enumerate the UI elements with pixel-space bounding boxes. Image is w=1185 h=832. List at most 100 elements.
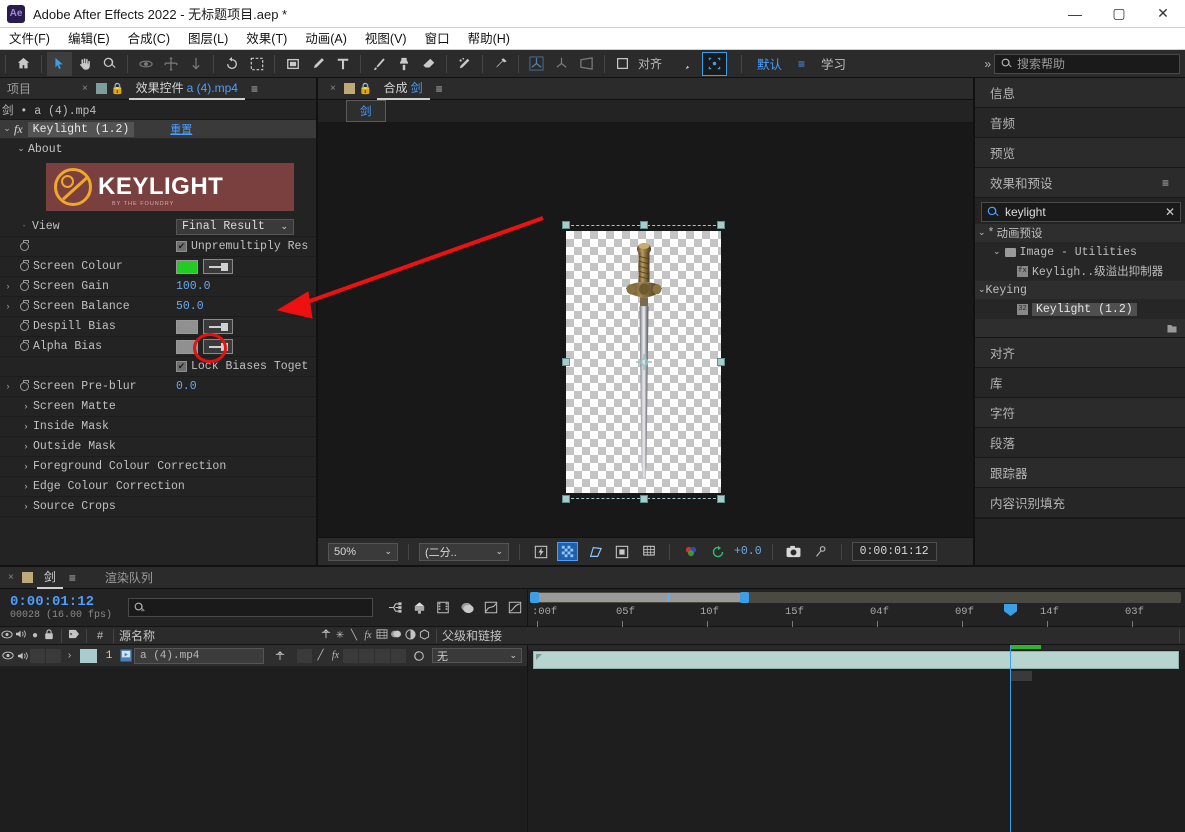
composition-mini-flowchart-icon[interactable] xyxy=(383,597,407,619)
layer-effects-switch-icon[interactable]: fx xyxy=(328,650,343,661)
layer-quality-switch-icon[interactable]: ╱ xyxy=(313,650,328,661)
motion-blur-icon[interactable] xyxy=(479,597,503,619)
3d-axis-world-icon[interactable] xyxy=(549,52,574,76)
eyedropper-button[interactable] xyxy=(203,259,233,274)
layer-collapse-switch[interactable] xyxy=(297,648,312,663)
toggle-mask-paths-icon[interactable] xyxy=(584,542,605,561)
sidebar-tab-libraries[interactable]: 库 xyxy=(975,368,1185,398)
menu-edit[interactable]: 编辑(E) xyxy=(59,28,119,50)
param-value-lock-biases[interactable]: ✔ Lock Biases Toget xyxy=(176,360,316,373)
layer-motion-blur-switch[interactable] xyxy=(359,648,374,663)
layer-shy-switch-icon[interactable] xyxy=(272,650,287,661)
chevron-right-icon[interactable]: › xyxy=(19,442,33,452)
column-header-source-name[interactable]: 源名称 xyxy=(119,627,319,644)
tree-row-keylight-spill-suppressor[interactable]: fx Keyligh..级溢出抑制器 xyxy=(975,262,1185,281)
shape-tool-icon[interactable] xyxy=(280,52,305,76)
work-area-active[interactable] xyxy=(534,593,746,602)
layer-parent-select[interactable]: 无 ⌄ xyxy=(432,648,522,663)
maximize-button[interactable]: ▢ xyxy=(1097,0,1141,28)
exposure-reset-icon[interactable] xyxy=(707,542,728,561)
orbit-tool-icon[interactable] xyxy=(133,52,158,76)
despill-bias-swatch[interactable] xyxy=(176,319,198,334)
chevron-right-icon[interactable]: › xyxy=(19,482,33,492)
alpha-bias-swatch[interactable] xyxy=(176,339,198,354)
screen-colour-swatch[interactable] xyxy=(176,259,198,274)
snapping-label[interactable]: 对齐 xyxy=(635,55,665,72)
grid-guides-icon[interactable] xyxy=(638,542,659,561)
zoom-tool-icon[interactable] xyxy=(97,52,122,76)
search-help-input[interactable]: 搜索帮助 xyxy=(994,53,1180,74)
menu-file[interactable]: 文件(F) xyxy=(0,28,59,50)
selection-handle-tc[interactable] xyxy=(639,221,648,229)
menu-effect[interactable]: 效果(T) xyxy=(237,28,296,50)
snap-edges-icon[interactable] xyxy=(677,52,702,76)
layer-label-color[interactable] xyxy=(80,648,97,663)
chevron-right-icon[interactable]: › xyxy=(62,650,77,661)
clone-stamp-tool-icon[interactable] xyxy=(391,52,416,76)
close-tab-icon[interactable]: × xyxy=(4,572,18,583)
viewer-timecode[interactable]: 0:00:01:12 xyxy=(851,542,937,561)
resolution-select[interactable]: (二分.. ⌄ xyxy=(419,542,509,561)
selection-handle-mr[interactable] xyxy=(717,358,725,366)
sidebar-tab-content-aware-fill[interactable]: 内容识别填充 xyxy=(975,488,1185,518)
dolly-tool-icon[interactable] xyxy=(183,52,208,76)
sidebar-tab-tracker[interactable]: 跟踪器 xyxy=(975,458,1185,488)
region-of-interest-icon[interactable] xyxy=(611,542,632,561)
param-value-screen-preblur[interactable]: 0.0 xyxy=(176,380,316,393)
sidebar-tab-preview[interactable]: 预览 xyxy=(975,138,1185,168)
effects-search-input[interactable]: keylight ✕ xyxy=(981,202,1181,222)
tab-timeline-comp[interactable]: 剑 xyxy=(36,567,63,589)
group-row-screen-matte[interactable]: › Screen Matte xyxy=(0,397,316,417)
panel-menu-icon[interactable]: ≡ xyxy=(430,82,449,96)
group-row-outside-mask[interactable]: › Outside Mask xyxy=(0,437,316,457)
workspace-menu-icon[interactable]: ≡ xyxy=(792,57,811,71)
snapping-checkbox-icon[interactable] xyxy=(610,52,635,76)
sidebar-tab-character[interactable]: 字符 xyxy=(975,398,1185,428)
new-folder-icon[interactable] xyxy=(1166,322,1178,334)
text-tool-icon[interactable] xyxy=(330,52,355,76)
layer-video-toggle-icon[interactable] xyxy=(0,651,15,660)
tree-row-animation-presets[interactable]: ⌄ * 动画预设 xyxy=(975,224,1185,243)
workspace-learn[interactable]: 学习 xyxy=(811,54,856,73)
selection-handle-bc[interactable] xyxy=(639,495,648,503)
column-header-parent-link[interactable]: 父级和链接 xyxy=(442,627,502,644)
composition-viewer[interactable] xyxy=(276,122,973,537)
close-tab-icon[interactable]: × xyxy=(78,83,92,94)
region-of-interest-icon[interactable] xyxy=(244,52,269,76)
stopwatch-icon[interactable] xyxy=(16,339,33,351)
lock-biases-checkbox[interactable]: ✔ xyxy=(176,361,187,372)
menu-view[interactable]: 视图(V) xyxy=(356,28,416,50)
sidebar-tab-align[interactable]: 对齐 xyxy=(975,338,1185,368)
chevron-down-icon[interactable]: ⌄ xyxy=(993,247,1001,257)
reset-link[interactable]: 重置 xyxy=(170,121,192,137)
param-row-screen-preblur[interactable]: › Screen Pre-blur 0.0 xyxy=(0,377,316,397)
layer-frame-blend-switch[interactable] xyxy=(343,648,358,663)
eraser-tool-icon[interactable] xyxy=(416,52,441,76)
group-row-foreground-colour-correction[interactable]: › Foreground Colour Correction xyxy=(0,457,316,477)
layer-audio-toggle-icon[interactable] xyxy=(15,651,30,661)
about-row[interactable]: ⌄ About xyxy=(0,139,316,159)
parent-pickwhip-icon[interactable] xyxy=(411,650,426,662)
chevron-right-icon[interactable]: › xyxy=(19,402,33,412)
close-tab-icon[interactable]: × xyxy=(326,83,340,94)
panel-menu-icon[interactable]: ≡ xyxy=(1156,176,1175,190)
workspace-default[interactable]: 默认 xyxy=(747,54,792,73)
take-snapshot-icon[interactable] xyxy=(783,542,804,561)
chevron-down-icon[interactable]: ⌄ xyxy=(978,228,986,238)
selection-handle-ml[interactable] xyxy=(562,358,570,366)
sidebar-tab-paragraph[interactable]: 段落 xyxy=(975,428,1185,458)
chevron-right-icon[interactable]: › xyxy=(19,422,33,432)
show-snapshot-icon[interactable] xyxy=(810,542,831,561)
stopwatch-icon[interactable] xyxy=(16,259,33,271)
menu-window[interactable]: 窗口 xyxy=(416,28,459,50)
chevron-down-icon[interactable]: ⌄ xyxy=(978,285,986,295)
layer-solo-toggle[interactable] xyxy=(30,648,45,663)
layer-lock-toggle[interactable] xyxy=(46,648,61,663)
lock-icon[interactable]: 🔒 xyxy=(359,82,373,95)
stopwatch-icon[interactable] xyxy=(16,379,33,391)
chevron-right-icon[interactable]: › xyxy=(19,502,33,512)
layer-source-name[interactable]: a (4).mp4 xyxy=(134,647,264,664)
chevron-down-icon[interactable]: ⌄ xyxy=(0,124,14,134)
panel-menu-icon[interactable]: ≡ xyxy=(245,82,264,96)
panel-menu-icon[interactable]: ≡ xyxy=(63,571,82,585)
